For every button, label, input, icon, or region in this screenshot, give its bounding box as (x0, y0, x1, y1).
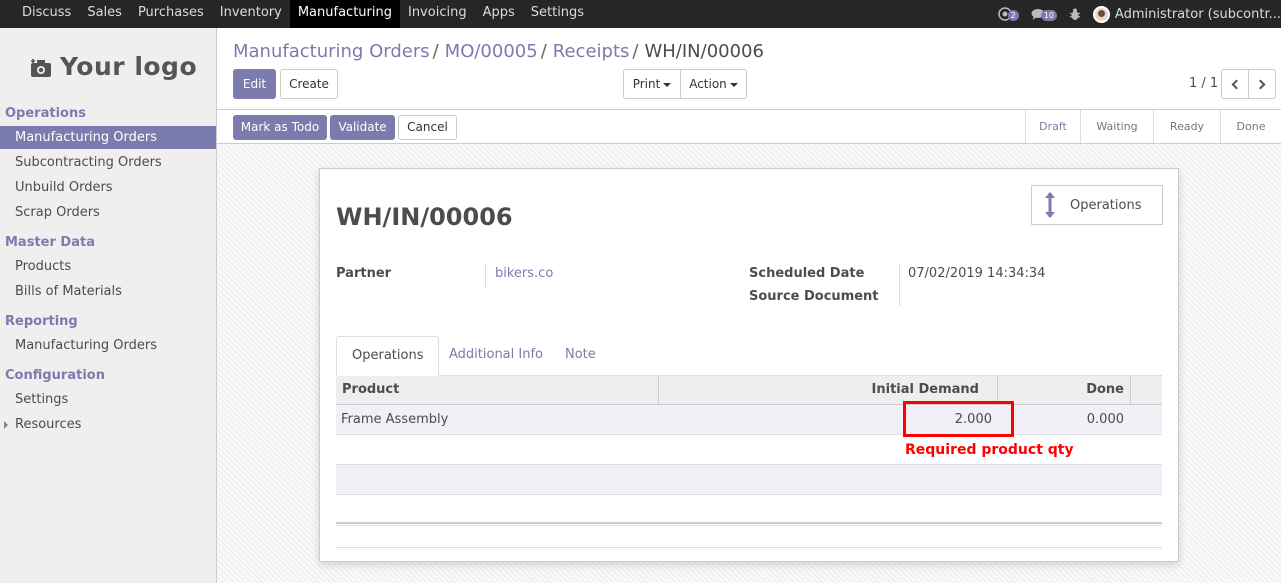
arrows-vertical-icon (1045, 192, 1055, 218)
table-header: Product Initial Demand Done (336, 376, 1162, 405)
tab-note[interactable]: Note (550, 336, 611, 376)
operations-smart-button[interactable]: Operations (1031, 185, 1163, 225)
app-menu: Discuss Sales Purchases Inventory Manufa… (14, 0, 592, 28)
section-configuration: Configuration (5, 368, 105, 383)
action-dropdown[interactable]: Action (680, 69, 747, 99)
stage-ready: Ready (1153, 110, 1220, 143)
validate-button[interactable]: Validate (330, 115, 395, 140)
edit-button[interactable]: Edit (233, 69, 276, 99)
stage-draft: Draft (1025, 110, 1080, 143)
sidebar-item-subcontracting-orders[interactable]: Subcontracting Orders (0, 151, 216, 174)
breadcrumb-separator: / (540, 41, 547, 62)
partner-label: Partner (336, 266, 392, 281)
sidebar-item-reporting-manufacturing-orders[interactable]: Manufacturing Orders (0, 334, 216, 357)
status-stages: Draft Waiting Ready Done (1025, 110, 1281, 143)
sidebar-item-unbuild-orders[interactable]: Unbuild Orders (0, 176, 216, 199)
row-done: 0.000 (1086, 412, 1124, 427)
sidebar-item-bills-of-materials[interactable]: Bills of Materials (0, 280, 216, 303)
menu-discuss[interactable]: Discuss (14, 0, 79, 28)
menu-manufacturing[interactable]: Manufacturing (289, 0, 400, 28)
section-operations: Operations (5, 106, 86, 121)
breadcrumb-mo[interactable]: MO/00005 (445, 41, 538, 62)
field-divider (485, 264, 486, 288)
record-title: WH/IN/00006 (336, 203, 513, 231)
sidebar: Your logo Operations Manufacturing Order… (0, 28, 217, 583)
print-label: Print (632, 77, 661, 91)
user-menu[interactable]: Administrator (subcontr... (1115, 7, 1281, 22)
cancel-button[interactable]: Cancel (398, 115, 457, 140)
stage-waiting: Waiting (1080, 110, 1153, 143)
form-view: Mark as Todo Validate Cancel Draft Waiti… (217, 110, 1281, 583)
table-empty-row (336, 465, 1162, 495)
section-master-data: Master Data (5, 235, 95, 250)
table-row[interactable]: Frame Assembly 2.000 0.000 (336, 405, 1162, 435)
messages-badge: 2 (1007, 9, 1019, 21)
breadcrumb-separator: / (632, 41, 639, 62)
sidebar-item-resources-label: Resources (15, 417, 82, 432)
action-label: Action (689, 77, 727, 91)
pager-value[interactable]: 1 / 1 (1189, 76, 1218, 91)
caret-down-icon (663, 82, 672, 87)
partner-value[interactable]: bikers.co (495, 266, 553, 281)
chevron-right-icon (1255, 79, 1266, 90)
breadcrumb-manufacturing-orders[interactable]: Manufacturing Orders (233, 41, 430, 62)
pager-next-button[interactable] (1248, 69, 1276, 99)
pager-previous-button[interactable] (1221, 69, 1249, 99)
table-footer (336, 522, 1162, 526)
field-divider (899, 264, 900, 306)
header-product[interactable]: Product (342, 376, 399, 405)
sidebar-item-manufacturing-orders[interactable]: Manufacturing Orders (0, 126, 216, 149)
bug-icon (1069, 8, 1081, 20)
create-button[interactable]: Create (280, 69, 338, 99)
breadcrumb-separator: / (432, 41, 439, 62)
control-panel: Manufacturing Orders / MO/00005/Receipts / W… (217, 28, 1281, 110)
breadcrumb-current: WH/IN/00006 (644, 41, 764, 62)
row-product: Frame Assembly (341, 412, 449, 427)
messages-systray[interactable]: 2 (997, 7, 1019, 21)
table-footer-line (336, 547, 1162, 548)
stage-done: Done (1220, 110, 1281, 143)
menu-inventory[interactable]: Inventory (212, 0, 290, 28)
notebook-tabs: Operations Additional Info Note (336, 336, 1162, 377)
source-document-label: Source Document (749, 289, 879, 304)
print-dropdown[interactable]: Print (623, 69, 681, 99)
breadcrumb-receipts[interactable]: Receipts (553, 41, 630, 62)
column-divider (658, 376, 659, 405)
logo-text: Your logo (60, 52, 198, 81)
sidebar-item-settings[interactable]: Settings (0, 388, 216, 411)
menu-invoicing[interactable]: Invoicing (400, 0, 475, 28)
company-logo[interactable]: Your logo (30, 52, 197, 81)
mark-as-todo-button[interactable]: Mark as Todo (233, 115, 327, 140)
highlight-box (903, 401, 1014, 437)
status-bar: Mark as Todo Validate Cancel Draft Waiti… (217, 110, 1281, 144)
caret-down-icon (729, 82, 738, 87)
camera-icon (31, 58, 51, 77)
caret-right-icon (4, 421, 8, 429)
scheduled-date-label: Scheduled Date (749, 266, 865, 281)
header-done[interactable]: Done (1086, 376, 1124, 405)
activities-systray[interactable]: 10 (1031, 8, 1057, 21)
sidebar-item-scrap-orders[interactable]: Scrap Orders (0, 201, 216, 224)
top-navbar: Discuss Sales Purchases Inventory Manufa… (0, 0, 1281, 28)
scheduled-date-value[interactable]: 07/02/2019 14:34:34 (908, 266, 1045, 281)
menu-purchases[interactable]: Purchases (130, 0, 212, 28)
operations-smart-button-label: Operations (1070, 197, 1142, 213)
menu-apps[interactable]: Apps (475, 0, 523, 28)
form-sheet: Operations WH/IN/00006 Partner bikers.co… (319, 168, 1179, 562)
section-reporting: Reporting (5, 314, 78, 329)
menu-settings[interactable]: Settings (523, 0, 592, 28)
breadcrumb: Manufacturing Orders / MO/00005/Receipts / W… (233, 41, 764, 62)
tab-operations[interactable]: Operations (336, 336, 440, 377)
user-avatar[interactable] (1092, 5, 1110, 23)
chevron-left-icon (1231, 79, 1242, 90)
debug-systray[interactable] (1069, 8, 1081, 21)
annotation-label: Required product qty (905, 442, 1074, 458)
sidebar-item-products[interactable]: Products (0, 255, 216, 278)
menu-sales[interactable]: Sales (79, 0, 130, 28)
sidebar-item-resources[interactable]: Resources (0, 413, 216, 436)
tab-additional-info[interactable]: Additional Info (434, 336, 558, 376)
column-divider (1130, 376, 1131, 405)
activities-badge: 10 (1040, 9, 1057, 21)
